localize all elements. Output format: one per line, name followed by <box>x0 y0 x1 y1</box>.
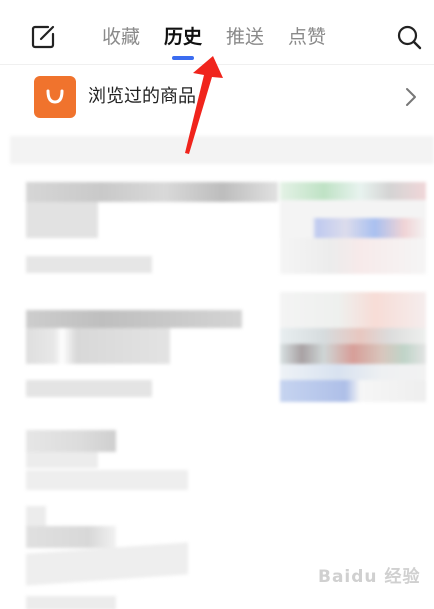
watermark: Baidu 经验 <box>318 567 421 587</box>
tab-history[interactable]: 历史 <box>164 22 202 60</box>
edit-icon[interactable] <box>30 24 56 50</box>
chevron-right-icon <box>406 88 416 106</box>
browsed-products-row[interactable]: 浏览过的商品 <box>0 72 434 124</box>
divider <box>0 64 434 65</box>
tab-favorites[interactable]: 收藏 <box>102 22 140 56</box>
browsed-products-label: 浏览过的商品 <box>88 86 196 106</box>
tab-bar: 收藏 历史 推送 点赞 <box>102 22 350 60</box>
blurred-history-list <box>0 130 434 609</box>
tab-likes[interactable]: 点赞 <box>288 22 326 56</box>
active-tab-indicator <box>172 56 195 60</box>
tab-push[interactable]: 推送 <box>226 22 264 56</box>
shopping-bag-icon <box>34 76 76 118</box>
search-icon[interactable] <box>396 24 422 50</box>
top-bar: 收藏 历史 推送 点赞 <box>0 0 434 64</box>
